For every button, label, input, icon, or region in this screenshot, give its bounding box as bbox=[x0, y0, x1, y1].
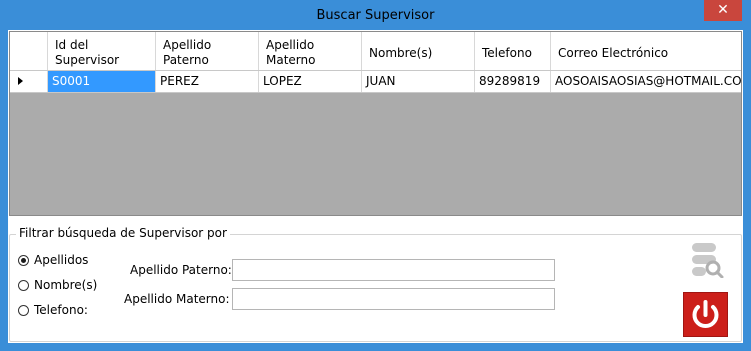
column-header-apellido-paterno[interactable]: Apellido Paterno bbox=[156, 32, 259, 70]
radio-telefono-label: Telefono: bbox=[34, 303, 88, 317]
search-supervisor-window: Buscar Supervisor ✕ Id del Supervisor Ap… bbox=[0, 0, 751, 351]
cell-nombres[interactable]: JUAN bbox=[362, 71, 475, 92]
radio-apellidos[interactable]: Apellidos bbox=[18, 252, 88, 268]
radio-nombres[interactable]: Nombre(s) bbox=[18, 277, 97, 293]
column-header-nombres[interactable]: Nombre(s) bbox=[362, 32, 475, 70]
power-icon bbox=[692, 300, 719, 329]
cell-telefono[interactable]: 89289819 bbox=[475, 71, 551, 92]
radio-apellidos-circle[interactable] bbox=[18, 254, 29, 266]
window-client-area: Id del Supervisor Apellido Paterno Apell… bbox=[8, 30, 743, 343]
radio-nombres-circle[interactable] bbox=[18, 279, 29, 291]
cell-id[interactable]: S0001 bbox=[48, 71, 156, 92]
column-header-apellido-materno[interactable]: Apellido Materno bbox=[259, 32, 362, 70]
column-header-correo[interactable]: Correo Electrónico bbox=[551, 32, 741, 70]
radio-nombres-label: Nombre(s) bbox=[34, 278, 98, 292]
radio-apellidos-label: Apellidos bbox=[34, 253, 89, 267]
grid-header: Id del Supervisor Apellido Paterno Apell… bbox=[10, 32, 741, 71]
close-icon: ✕ bbox=[717, 2, 729, 18]
radio-telefono[interactable]: Telefono: bbox=[18, 302, 88, 318]
row-header-column bbox=[10, 32, 48, 70]
cell-apellido-paterno[interactable]: PEREZ bbox=[156, 71, 259, 92]
title-bar[interactable]: Buscar Supervisor ✕ bbox=[0, 0, 751, 30]
apellido-paterno-input[interactable] bbox=[232, 259, 555, 281]
radio-telefono-circle[interactable] bbox=[18, 304, 29, 316]
row-selector[interactable] bbox=[10, 71, 48, 92]
cell-correo[interactable]: AOSOAISAOSIAS@HOTMAIL.COM bbox=[551, 71, 741, 92]
exit-button[interactable] bbox=[683, 292, 728, 337]
apellido-materno-label: Apellido Materno: bbox=[124, 292, 230, 306]
current-row-arrow-icon bbox=[18, 77, 23, 85]
filter-group-legend: Filtrar búsqueda de Supervisor por bbox=[16, 226, 230, 240]
search-database-icon[interactable] bbox=[690, 242, 724, 279]
column-header-telefono[interactable]: Telefono bbox=[475, 32, 551, 70]
cell-apellido-materno[interactable]: LOPEZ bbox=[259, 71, 362, 92]
window-title: Buscar Supervisor bbox=[316, 8, 435, 23]
filter-group: Filtrar búsqueda de Supervisor por Apell… bbox=[9, 226, 742, 342]
supervisors-grid[interactable]: Id del Supervisor Apellido Paterno Apell… bbox=[9, 31, 742, 216]
close-button[interactable]: ✕ bbox=[704, 0, 742, 21]
table-row[interactable]: S0001 PEREZ LOPEZ JUAN 89289819 AOSOAISA… bbox=[10, 71, 741, 93]
apellido-paterno-label: Apellido Paterno: bbox=[130, 263, 232, 277]
column-header-id[interactable]: Id del Supervisor bbox=[48, 32, 156, 70]
apellido-materno-input[interactable] bbox=[232, 288, 555, 310]
